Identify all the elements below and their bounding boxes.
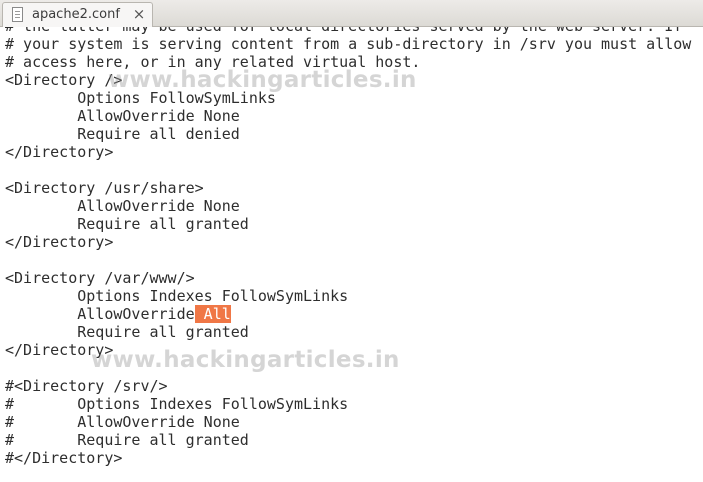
code-line: AllowOverride All bbox=[5, 305, 691, 323]
editor-lines: # the latter may be used for local direc… bbox=[5, 27, 691, 467]
code-line: # AllowOverride None bbox=[5, 413, 691, 431]
code-line: # your system is serving content from a … bbox=[5, 35, 691, 53]
text-file-icon bbox=[12, 7, 23, 22]
code-line: #</Directory> bbox=[5, 449, 691, 467]
code-line-text: AllowOverride None bbox=[5, 107, 240, 125]
code-line: <Directory /usr/share> bbox=[5, 179, 691, 197]
code-line-text: AllowOverride bbox=[5, 305, 195, 323]
code-line-text: #</Directory> bbox=[5, 449, 123, 467]
code-line: # the latter may be used for local direc… bbox=[5, 27, 691, 35]
code-line-text: Require all granted bbox=[5, 323, 249, 341]
code-line-text: Options Indexes FollowSymLinks bbox=[5, 287, 349, 305]
code-line-text: <Directory /> bbox=[5, 71, 123, 89]
tab-apache2-conf[interactable]: apache2.conf × bbox=[2, 2, 153, 27]
code-line-text: Require all denied bbox=[5, 125, 240, 143]
code-line-text: # your system is serving content from a … bbox=[5, 35, 692, 53]
tab-label: apache2.conf bbox=[32, 7, 120, 22]
code-line: Options FollowSymLinks bbox=[5, 89, 691, 107]
text-selection[interactable]: All bbox=[194, 305, 231, 323]
code-line: Require all granted bbox=[5, 323, 691, 341]
code-line: </Directory> bbox=[5, 143, 691, 161]
tab-bar: apache2.conf × bbox=[0, 0, 703, 27]
code-line: #<Directory /srv/> bbox=[5, 377, 691, 395]
code-line-text: # the latter may be used for local direc… bbox=[5, 27, 682, 35]
code-line: </Directory> bbox=[5, 233, 691, 251]
code-line: # Require all granted bbox=[5, 431, 691, 449]
code-line-text: # access here, or in any related virtual… bbox=[5, 53, 421, 71]
code-line: # Options Indexes FollowSymLinks bbox=[5, 395, 691, 413]
code-line: Require all granted bbox=[5, 215, 691, 233]
code-line-text: Require all granted bbox=[5, 215, 249, 233]
code-line-text: Options FollowSymLinks bbox=[5, 89, 276, 107]
code-line-text: </Directory> bbox=[5, 341, 114, 359]
code-line: Require all denied bbox=[5, 125, 691, 143]
code-line-text: <Directory /usr/share> bbox=[5, 179, 204, 197]
code-line-text: <Directory /var/www/> bbox=[5, 269, 195, 287]
code-line-text: AllowOverride None bbox=[5, 197, 240, 215]
code-line-text: # Require all granted bbox=[5, 431, 249, 449]
code-line-text: # AllowOverride None bbox=[5, 413, 240, 431]
code-line: </Directory> bbox=[5, 341, 691, 359]
code-line-text: # Options Indexes FollowSymLinks bbox=[5, 395, 349, 413]
text-editor[interactable]: # the latter may be used for local direc… bbox=[0, 27, 703, 482]
code-line: # access here, or in any related virtual… bbox=[5, 53, 691, 71]
code-line: AllowOverride None bbox=[5, 107, 691, 125]
code-line-text: </Directory> bbox=[5, 143, 114, 161]
close-icon[interactable]: × bbox=[131, 6, 147, 22]
code-line: <Directory /> bbox=[5, 71, 691, 89]
code-line-text: </Directory> bbox=[5, 233, 114, 251]
code-line: <Directory /var/www/> bbox=[5, 269, 691, 287]
code-line: AllowOverride None bbox=[5, 197, 691, 215]
code-line-text: #<Directory /srv/> bbox=[5, 377, 168, 395]
code-line: Options Indexes FollowSymLinks bbox=[5, 287, 691, 305]
